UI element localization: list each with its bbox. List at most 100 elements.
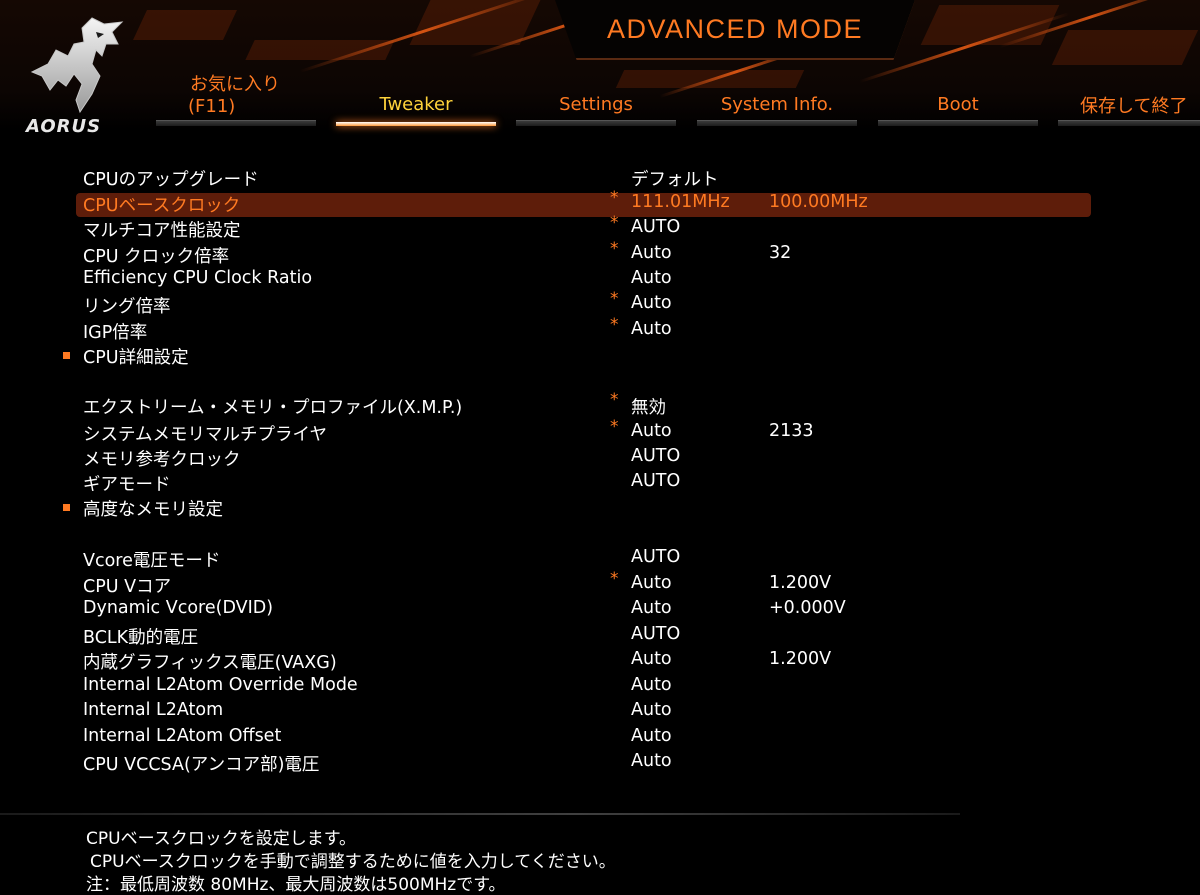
modified-star-icon: *: [610, 390, 619, 410]
setting-value[interactable]: Auto: [631, 268, 672, 288]
setting-row-xmp[interactable]: エクストリーム・メモリ・プロファイル(X.M.P.) * 無効: [0, 390, 1100, 419]
setting-row-dynamic-vcore[interactable]: Dynamic Vcore(DVID) Auto +0.000V: [0, 598, 1100, 622]
tab-system-info[interactable]: System Info.: [697, 66, 857, 126]
tab-boot[interactable]: Boot: [878, 66, 1038, 126]
setting-name: CPU クロック倍率: [83, 247, 230, 267]
header-decoration: [133, 10, 237, 40]
submenu-label: 高度なメモリ設定: [83, 500, 223, 520]
setting-value[interactable]: AUTO: [631, 446, 680, 466]
setting-current-value: 100.00MHz: [769, 192, 868, 212]
setting-name: IGP倍率: [83, 323, 148, 343]
setting-value[interactable]: Auto: [631, 573, 672, 593]
modified-star-icon: *: [610, 417, 619, 437]
help-divider: [0, 813, 960, 815]
setting-row-l2atom-override[interactable]: Internal L2Atom Override Mode Auto: [0, 675, 1100, 699]
submenu-bullet-icon: [63, 504, 70, 511]
tab-settings[interactable]: Settings: [516, 66, 676, 126]
setting-value[interactable]: Auto: [631, 726, 672, 746]
setting-name: メモリ参考クロック: [83, 450, 241, 470]
setting-value[interactable]: 111.01MHz: [631, 192, 730, 212]
setting-row-cpu-clock-ratio[interactable]: CPU クロック倍率 * Auto 32: [0, 239, 1100, 267]
setting-row-ring-ratio[interactable]: リング倍率 * Auto: [0, 289, 1100, 317]
tab-underline: [1058, 120, 1200, 126]
submenu-cpu-detail[interactable]: CPU詳細設定: [0, 344, 1100, 368]
setting-row-cpu-base-clock[interactable]: CPUベースクロック * 111.01MHz 100.00MHz: [0, 188, 1100, 216]
setting-value[interactable]: Auto: [631, 319, 672, 339]
setting-name: ギアモード: [83, 475, 171, 495]
setting-name: CPU VCCSA(アンコア部)電圧: [83, 755, 320, 775]
setting-value[interactable]: Auto: [631, 700, 672, 720]
setting-name: システムメモリマルチプライヤ: [83, 425, 327, 445]
setting-value[interactable]: 無効: [631, 394, 666, 419]
tab-save-exit-label: 保存して終了: [1080, 96, 1188, 117]
modified-star-icon: *: [610, 315, 619, 335]
submenu-advanced-memory[interactable]: 高度なメモリ設定: [0, 496, 1100, 520]
tab-tweaker-label: Tweaker: [379, 94, 453, 115]
setting-name: BCLK動的電圧: [83, 628, 199, 648]
setting-row-igp-ratio[interactable]: IGP倍率 * Auto: [0, 315, 1100, 343]
tab-underline: [697, 120, 857, 126]
setting-value[interactable]: Auto: [631, 243, 672, 263]
setting-name: Internal L2Atom: [83, 700, 224, 720]
setting-name: CPUベースクロック: [83, 196, 241, 216]
submenu-label: CPU詳細設定: [83, 348, 189, 368]
help-text-line-3: 注：最低周波数 80MHz、最大周波数は500MHzです。: [86, 875, 506, 895]
modified-star-icon: *: [610, 569, 619, 589]
tab-favorites[interactable]: お気に入り (F11): [156, 66, 316, 126]
setting-row-vccsa[interactable]: CPU VCCSA(アンコア部)電圧 Auto: [0, 751, 1100, 775]
tab-tweaker[interactable]: Tweaker: [336, 66, 496, 126]
setting-current-value: 32: [769, 243, 792, 263]
setting-value[interactable]: Auto: [631, 675, 672, 695]
setting-row-mem-ref-clock[interactable]: メモリ参考クロック AUTO: [0, 446, 1100, 470]
brand-logo-text: AORUS: [26, 116, 102, 137]
setting-row-bclk-voltage[interactable]: BCLK動的電圧 AUTO: [0, 624, 1100, 648]
setting-name: Vcore電圧モード: [83, 551, 221, 571]
setting-value[interactable]: Auto: [631, 421, 672, 441]
mode-title[interactable]: ADVANCED MODE: [555, 14, 915, 45]
tab-underline: [156, 120, 316, 126]
tab-settings-label: Settings: [559, 94, 633, 115]
setting-current-value: 2133: [769, 421, 814, 441]
setting-name: リング倍率: [83, 297, 171, 317]
setting-value[interactable]: Auto: [631, 598, 672, 618]
setting-value[interactable]: Auto: [631, 751, 672, 771]
tab-underline: [516, 120, 676, 126]
setting-row-multicore[interactable]: マルチコア性能設定 * AUTO: [0, 213, 1100, 241]
setting-name: Internal L2Atom Override Mode: [83, 675, 358, 695]
setting-value[interactable]: AUTO: [631, 547, 680, 567]
help-text-line-2: CPUベースクロックを手動で調整するために値を入力してください。: [90, 852, 616, 872]
setting-value[interactable]: デフォルト: [631, 166, 719, 191]
setting-value[interactable]: AUTO: [631, 217, 680, 237]
modified-star-icon: *: [610, 213, 619, 233]
setting-row-gear-mode[interactable]: ギアモード AUTO: [0, 471, 1100, 495]
setting-current-value: 1.200V: [769, 573, 832, 593]
setting-value[interactable]: AUTO: [631, 624, 680, 644]
setting-row-mem-multiplier[interactable]: システムメモリマルチプライヤ * Auto 2133: [0, 417, 1100, 445]
setting-name: エクストリーム・メモリ・プロファイル(X.M.P.): [83, 398, 463, 418]
tab-save-exit[interactable]: 保存して終了: [1058, 66, 1200, 126]
tab-boot-label: Boot: [937, 94, 979, 115]
setting-name: Dynamic Vcore(DVID): [83, 598, 274, 618]
setting-value[interactable]: AUTO: [631, 471, 680, 491]
header-decoration: [245, 40, 395, 60]
setting-row-l2atom[interactable]: Internal L2Atom Auto: [0, 700, 1100, 724]
setting-name: Efficiency CPU Clock Ratio: [83, 268, 313, 288]
tab-favorites-label: お気に入り: [190, 74, 280, 95]
setting-value[interactable]: Auto: [631, 293, 672, 313]
setting-current-value: 1.200V: [769, 649, 832, 669]
setting-row-vaxg[interactable]: 内蔵グラフィックス電圧(VAXG) Auto 1.200V: [0, 649, 1100, 673]
setting-row-l2atom-offset[interactable]: Internal L2Atom Offset Auto: [0, 726, 1100, 750]
setting-row-efficiency-cpu-ratio[interactable]: Efficiency CPU Clock Ratio Auto: [0, 268, 1100, 292]
help-text-line-1: CPUベースクロックを設定します。: [86, 829, 357, 849]
setting-row-cpu-vcore[interactable]: CPU Vコア * Auto 1.200V: [0, 569, 1100, 597]
setting-current-value: +0.000V: [769, 598, 846, 618]
setting-name: CPUのアップグレード: [83, 170, 259, 190]
tab-system-info-label: System Info.: [720, 94, 834, 115]
setting-row-vcore-mode[interactable]: Vcore電圧モード AUTO: [0, 547, 1100, 571]
setting-name: Internal L2Atom Offset: [83, 726, 282, 746]
submenu-bullet-icon: [63, 352, 70, 359]
modified-star-icon: *: [610, 188, 619, 208]
setting-value[interactable]: Auto: [631, 649, 672, 669]
header-decoration: [1051, 30, 1199, 65]
setting-row-cpu-upgrade[interactable]: CPUのアップグレード デフォルト: [0, 166, 1100, 190]
